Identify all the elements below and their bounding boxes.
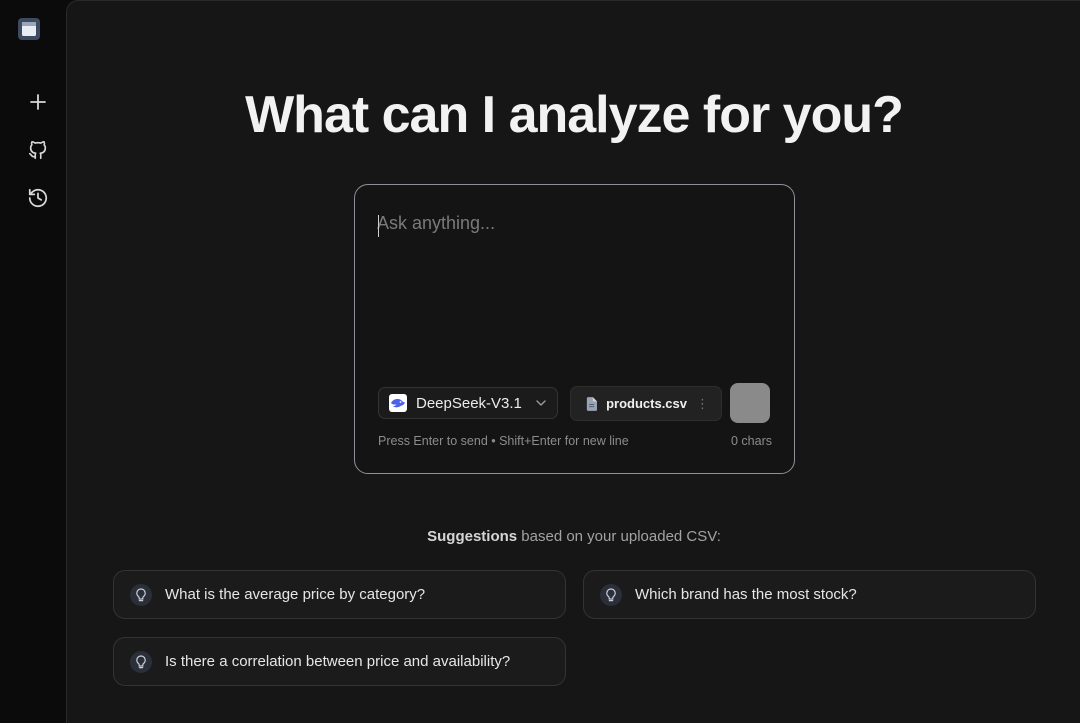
file-name: products.csv <box>606 396 687 411</box>
attached-file-chip[interactable]: products.csv ⋮ <box>570 386 722 421</box>
model-selector[interactable]: DeepSeek-V3.1 <box>378 387 558 419</box>
suggestion-text: What is the average price by category? <box>165 586 426 603</box>
suggestion-card[interactable]: Is there a correlation between price and… <box>113 637 566 686</box>
chevron-down-icon <box>536 400 546 406</box>
suggestion-card[interactable]: Which brand has the most stock? <box>583 570 1036 619</box>
char-counter: 0 chars <box>731 434 772 448</box>
suggestions-caption-bold: Suggestions <box>427 528 518 545</box>
suggestions-caption: Suggestions based on your uploaded CSV: <box>67 528 1080 545</box>
plus-icon <box>30 94 46 110</box>
suggestion-text: Which brand has the most stock? <box>635 586 857 603</box>
prompt-input[interactable] <box>377 213 773 363</box>
history-button[interactable] <box>21 181 55 215</box>
suggestions-caption-rest: based on your uploaded CSV: <box>517 528 721 545</box>
main-panel: What can I analyze for you? DeepSeek-V3.… <box>66 0 1080 723</box>
lightbulb-icon <box>600 583 622 606</box>
sidebar <box>0 0 66 723</box>
text-cursor <box>378 215 379 237</box>
lightbulb-icon <box>130 650 152 673</box>
suggestion-card[interactable]: What is the average price by category? <box>113 570 566 619</box>
github-icon <box>28 140 47 160</box>
app-window: What can I analyze for you? DeepSeek-V3.… <box>0 0 1080 723</box>
new-chat-button[interactable] <box>21 85 55 119</box>
prompt-composer: DeepSeek-V3.1 products.csv ⋮ Press Enter… <box>354 184 795 474</box>
model-name: DeepSeek-V3.1 <box>416 394 522 412</box>
app-logo-icon[interactable] <box>14 14 44 44</box>
more-options-icon[interactable]: ⋮ <box>696 396 709 412</box>
history-icon <box>28 188 48 208</box>
deepseek-whale-icon <box>389 394 407 412</box>
input-hint: Press Enter to send • Shift+Enter for ne… <box>378 434 629 448</box>
page-title: What can I analyze for you? <box>245 86 904 144</box>
lightbulb-icon <box>130 583 152 606</box>
github-button[interactable] <box>21 133 55 167</box>
suggestion-text: Is there a correlation between price and… <box>165 653 511 670</box>
file-icon <box>586 396 598 411</box>
send-button[interactable] <box>730 383 770 423</box>
